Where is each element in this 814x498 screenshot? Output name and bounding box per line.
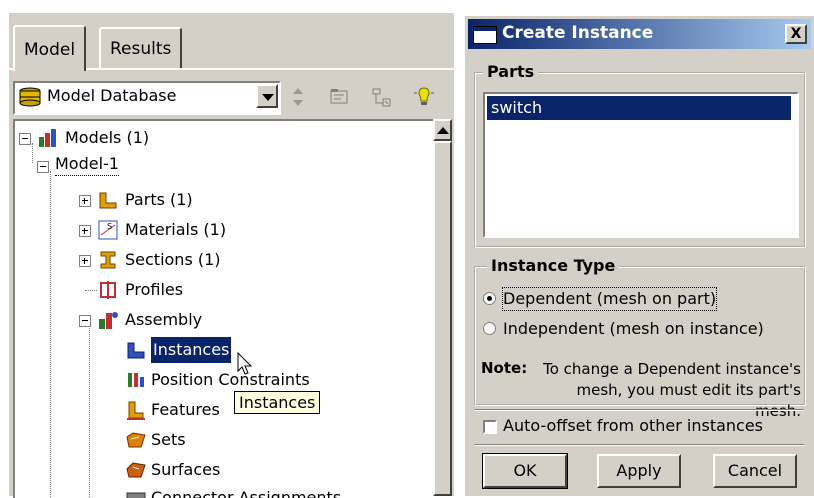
separator	[474, 409, 804, 411]
sections-icon	[100, 251, 116, 269]
auto-offset-label: Auto-offset from other instances	[503, 416, 764, 435]
expand-icon[interactable]	[79, 255, 91, 267]
model-tree[interactable]: Models (1) Model-1 Parts (1) S Materials…	[13, 119, 435, 498]
tooltip: Instances	[234, 391, 321, 414]
profiles-icon	[100, 281, 116, 299]
assembly-icon	[99, 312, 118, 329]
separator	[474, 444, 804, 446]
collapse-icon[interactable]	[79, 315, 91, 327]
materials-icon: S	[98, 220, 118, 240]
collapse-icon[interactable]	[19, 133, 31, 145]
sets-icon	[126, 432, 146, 448]
cancel-button[interactable]: Cancel	[713, 454, 797, 488]
collapse-icon[interactable]	[37, 161, 49, 173]
create-instance-dialog: Create Instance X Parts switch Instance …	[464, 15, 814, 497]
scroll-up-icon[interactable]	[433, 119, 452, 141]
apply-button[interactable]: Apply	[597, 454, 681, 488]
features-icon	[127, 401, 145, 420]
parts-group-title: Parts	[483, 62, 539, 81]
parts-list[interactable]: switch	[483, 92, 799, 238]
instances-icon	[127, 342, 145, 359]
svg-text:S: S	[107, 222, 112, 231]
chevron-down-icon[interactable]	[256, 84, 278, 108]
dialog-titlebar[interactable]: Create Instance X	[468, 19, 811, 49]
tree-scrollbar[interactable]	[433, 119, 452, 496]
lightbulb-icon[interactable]	[412, 85, 436, 109]
radio-button[interactable]	[483, 322, 496, 335]
ok-button[interactable]: OK	[482, 453, 568, 489]
expand-icon[interactable]	[79, 195, 91, 207]
window-icon	[473, 26, 497, 44]
up-down-arrows-icon[interactable]	[286, 85, 310, 109]
instance-type-title: Instance Type	[487, 256, 620, 275]
note-label: Note:	[481, 359, 528, 377]
auto-offset-checkbox[interactable]	[483, 420, 497, 434]
parts-icon	[99, 192, 117, 209]
expand-icon[interactable]	[79, 225, 91, 237]
model-tree-panel: Model Results Model Database Models (1) …	[8, 12, 454, 498]
list-item[interactable]: switch	[487, 96, 791, 120]
position-constraints-icon	[128, 373, 144, 387]
tab-model[interactable]: Model	[13, 25, 87, 71]
dialog-title: Create Instance	[502, 23, 654, 43]
tab-results[interactable]: Results	[99, 27, 183, 69]
close-button[interactable]: X	[785, 24, 807, 44]
tree-expand-icon[interactable]	[369, 85, 393, 109]
scroll-thumb[interactable]	[433, 141, 452, 496]
database-icon	[19, 87, 41, 107]
connector-icon	[126, 492, 146, 498]
context-combo-value: Model Database	[47, 86, 177, 105]
radio-button[interactable]	[483, 292, 496, 305]
context-combo[interactable]: Model Database	[13, 81, 281, 115]
surfaces-icon	[126, 462, 146, 478]
note-text: To change a Dependent instance's mesh, y…	[543, 360, 801, 420]
filter-icon[interactable]	[327, 85, 351, 109]
models-icon	[39, 129, 56, 147]
mouse-cursor-icon	[237, 352, 253, 375]
